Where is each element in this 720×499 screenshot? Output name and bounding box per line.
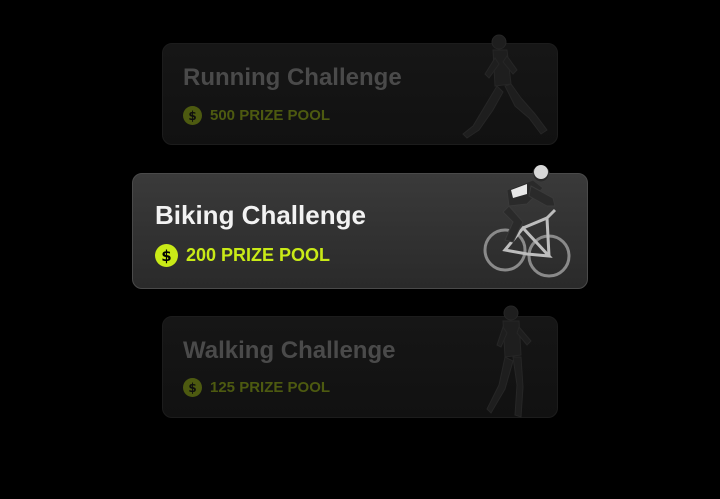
walker-figure xyxy=(477,305,543,425)
prize-pool: $ 200 PRIZE POOL xyxy=(155,244,330,267)
challenge-list: Running Challenge $ 500 PRIZE POOL Bikin… xyxy=(0,0,720,499)
prize-pool-label: 125 PRIZE POOL xyxy=(210,379,331,396)
runner-figure xyxy=(455,34,555,150)
challenge-card-running[interactable]: Running Challenge $ 500 PRIZE POOL xyxy=(162,34,558,145)
challenge-card-walking[interactable]: Walking Challenge $ 125 PRIZE POOL xyxy=(162,305,558,418)
challenge-title: Running Challenge xyxy=(183,64,402,91)
challenge-title: Walking Challenge xyxy=(183,337,396,364)
prize-pool-label: 500 PRIZE POOL xyxy=(210,107,331,124)
cyclist-figure xyxy=(483,162,573,290)
dollar-coin-icon: $ xyxy=(183,378,202,397)
challenge-card-biking[interactable]: Biking Challenge $ 200 PRIZE POOL xyxy=(132,165,588,289)
challenge-title: Biking Challenge xyxy=(155,200,366,230)
prize-pool: $ 500 PRIZE POOL xyxy=(183,106,330,125)
dollar-coin-icon: $ xyxy=(183,106,202,125)
dollar-coin-icon: $ xyxy=(155,244,178,267)
prize-pool: $ 125 PRIZE POOL xyxy=(183,378,330,397)
prize-pool-label: 200 PRIZE POOL xyxy=(186,245,331,265)
